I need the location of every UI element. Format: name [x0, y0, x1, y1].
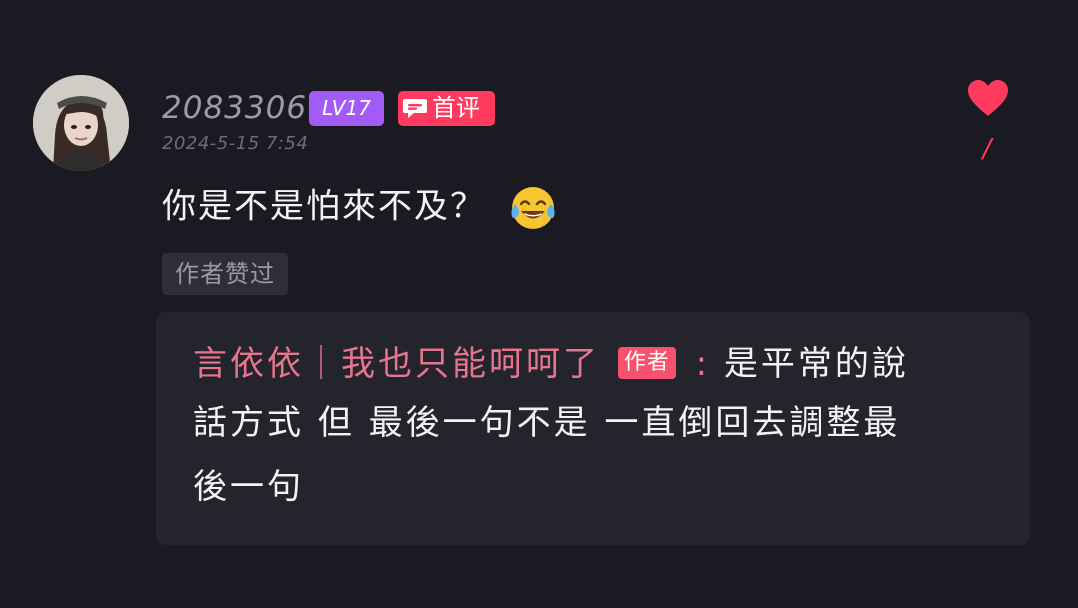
- author-liked-tag: 作者赞过: [162, 253, 288, 295]
- username[interactable]: 2083306: [162, 88, 307, 128]
- comment-text: 你是不是怕來不及？: [162, 186, 486, 227]
- avatar[interactable]: [33, 75, 129, 171]
- comment-body: 你是不是怕來不及？: [162, 184, 557, 232]
- comment-timestamp: 2024-5-15 7:54: [162, 133, 309, 154]
- like-count: /: [982, 134, 992, 164]
- level-badge: LV17: [309, 91, 384, 126]
- chat-bubble-icon: [403, 99, 427, 118]
- reply-text-line-1: 是平常的說: [723, 344, 909, 384]
- comment-item: 2083306 LV17 首评 2024-5-15 7:54 / 你是不是怕來不…: [0, 0, 1078, 608]
- reply-text-line-2: 話方式 但 最後一句不是 一直倒回去調整最: [193, 403, 901, 443]
- reply-text-line-3: 後一句: [193, 467, 304, 507]
- reply-colon: :: [695, 344, 711, 384]
- author-tag: 作者: [617, 347, 676, 379]
- first-comment-label: 首评: [432, 94, 480, 122]
- face-with-tears-of-joy-icon: [511, 187, 555, 229]
- reply-author[interactable]: 言依依｜我也只能呵呵了: [193, 344, 600, 384]
- heart-icon[interactable]: [966, 78, 1010, 118]
- first-comment-badge: 首评: [398, 91, 495, 126]
- reply-line-1: 言依依｜我也只能呵呵了 作者 : 是平常的說: [193, 342, 909, 386]
